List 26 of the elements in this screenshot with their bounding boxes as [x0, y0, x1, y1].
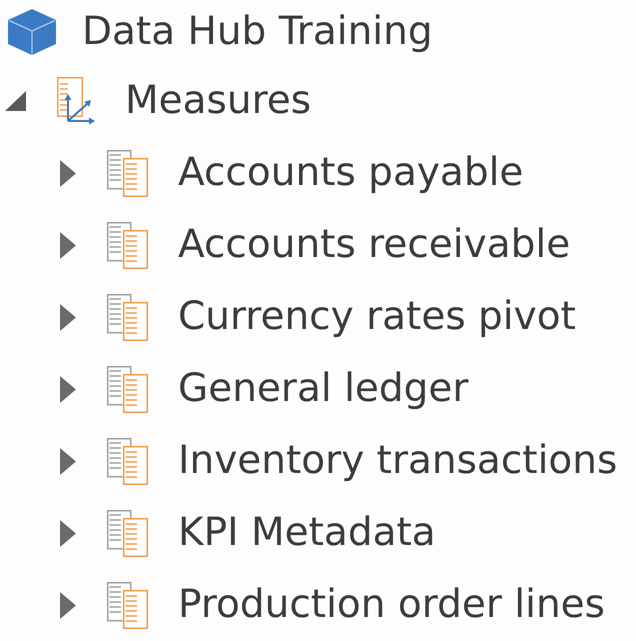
stacked-documents-icon — [107, 510, 148, 556]
tree-item[interactable]: KPI Metadata — [107, 510, 436, 556]
tree-item[interactable]: Accounts receivable — [107, 222, 570, 268]
stacked-documents-icon — [107, 582, 148, 628]
cube-icon — [8, 9, 56, 56]
expand-toggle[interactable] — [60, 592, 76, 618]
tree-item[interactable]: Production order lines — [107, 582, 605, 628]
tree-item[interactable]: Accounts payable — [107, 150, 524, 196]
tree-item[interactable]: Inventory transactions — [107, 438, 618, 484]
expand-toggle[interactable] — [60, 376, 76, 402]
expand-toggle[interactable] — [60, 520, 76, 546]
tree-item[interactable]: Data Hub Training — [8, 9, 433, 56]
stacked-documents-icon — [107, 222, 148, 268]
stacked-documents-icon — [107, 150, 148, 196]
stacked-documents-icon — [107, 438, 148, 484]
expand-toggle[interactable] — [60, 304, 76, 330]
stacked-documents-icon — [107, 366, 148, 412]
document-axes-icon — [57, 77, 95, 125]
expand-toggle[interactable] — [60, 448, 76, 474]
expand-toggle[interactable] — [5, 91, 26, 111]
tree-item[interactable]: Measures — [57, 77, 312, 125]
expand-toggle[interactable] — [60, 160, 76, 186]
tree-item[interactable]: Currency rates pivot — [107, 294, 576, 340]
stacked-documents-icon — [107, 294, 148, 340]
tree-item[interactable]: General ledger — [107, 366, 468, 412]
expand-toggle[interactable] — [60, 232, 76, 258]
